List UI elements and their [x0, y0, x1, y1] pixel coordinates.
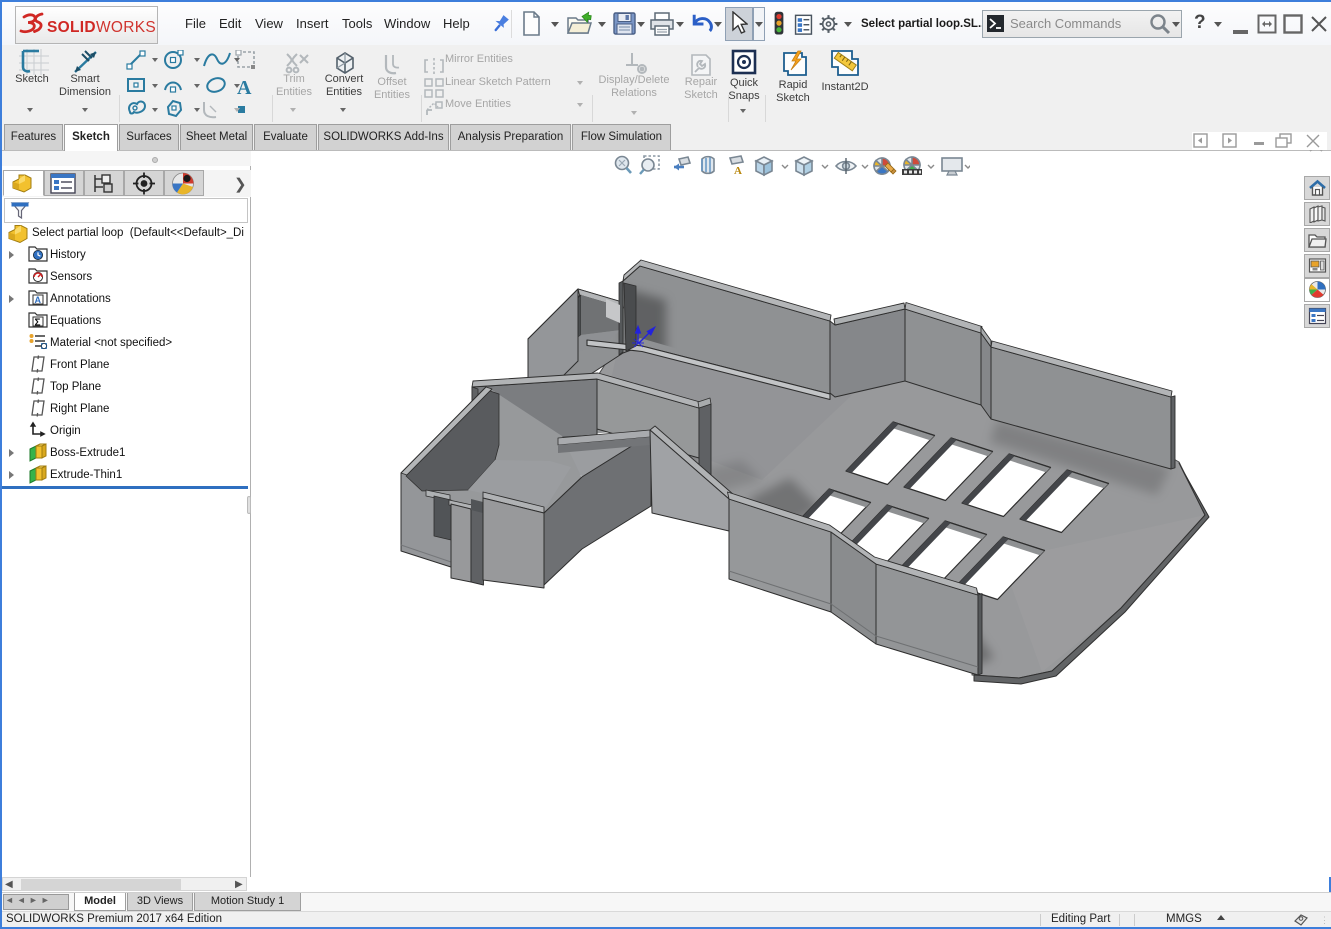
svg-text:A: A	[237, 77, 252, 99]
svg-text:SOLID: SOLID	[47, 19, 96, 36]
svg-text:A: A	[35, 295, 42, 305]
svg-text:Σ: Σ	[35, 318, 41, 329]
svg-text:WORKS: WORKS	[96, 19, 156, 36]
